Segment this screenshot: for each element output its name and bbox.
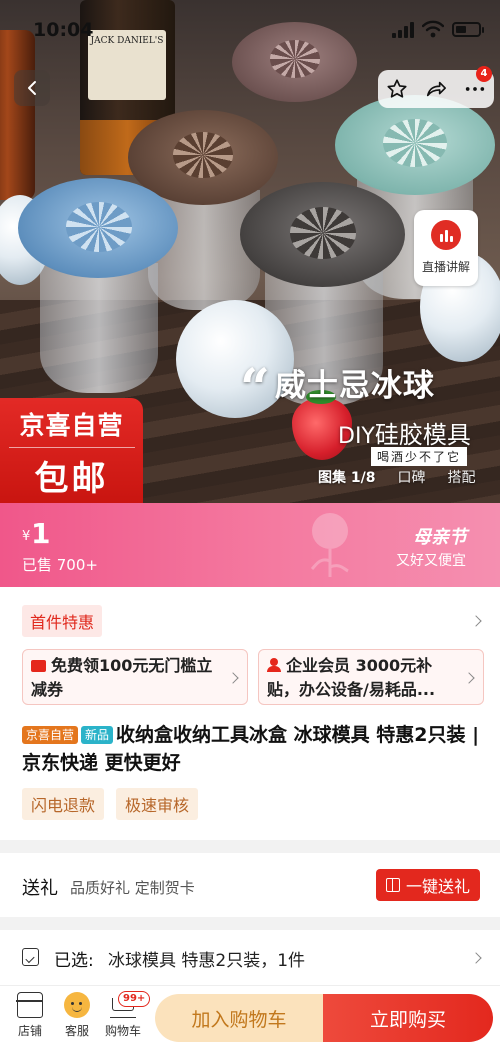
top-action-group: 4 — [378, 66, 494, 108]
tab-reviews[interactable]: 口碑 — [397, 467, 425, 487]
status-time: 10:04 — [33, 19, 94, 41]
battery-icon — [452, 22, 484, 37]
gift-subtitle: 品质好礼 定制贺卡 — [70, 879, 195, 897]
tab-bundles[interactable]: 搭配 — [447, 467, 475, 487]
service-tag: 极速审核 — [116, 788, 199, 820]
gallery-tabs: 图集 1/8 口碑 搭配 — [318, 467, 475, 487]
festival-subtitle: 又好又便宜 — [396, 553, 466, 569]
customer-service-button[interactable]: 客服 — [55, 992, 99, 1039]
coupon-text: 企业会员 3000元补贴，办公设备/易耗品... — [267, 656, 436, 699]
hero-headline: “威士忌冰球 — [240, 358, 435, 419]
cart-count-badge: 99+ — [118, 991, 151, 1007]
promo-line2: 包邮 — [34, 459, 109, 499]
price-value: 1 — [31, 517, 51, 550]
chevron-left-icon — [28, 81, 36, 95]
jx-tag: 京喜自营 — [22, 726, 79, 744]
coupon-card-enterprise[interactable]: 企业会员 3000元补贴，办公设备/易耗品... — [258, 649, 484, 705]
cart-label: 购物车 — [104, 1024, 141, 1038]
service-tag: 闪电退款 — [22, 788, 105, 820]
add-to-cart-button[interactable]: 加入购物车 — [155, 994, 323, 1042]
festival-title: 母亲节 — [413, 527, 467, 548]
service-tags: 闪电退款 极速审核 — [22, 788, 199, 820]
price-banner: ¥ 1 已售 700+ 母亲节 又好又便宜 — [0, 503, 500, 587]
enterprise-member-icon — [267, 658, 281, 672]
chevron-right-icon — [470, 952, 482, 964]
product-title: 京喜自营 新品 收纳盒收纳工具冰盒 冰球模具 特惠2只装 | 京东快递 更快更好 — [22, 721, 484, 777]
selected-label: 已选: — [54, 951, 94, 971]
coupon-text: 免费领100元无门槛立减券 — [31, 656, 213, 699]
customer-service-label: 客服 — [64, 1024, 89, 1038]
chevron-right-icon[interactable] — [470, 615, 482, 627]
product-info-card: 首件特惠 免费领100元无门槛立减券 企业会员 3000元补贴，办公设备/易耗品… — [0, 587, 500, 840]
hero-subhead: DIY硅胶模具 — [338, 421, 471, 449]
rose-icon — [310, 513, 349, 577]
wifi-icon — [422, 20, 444, 38]
promo-line1: 京喜自营 — [19, 411, 124, 440]
selected-value: 冰球模具 特惠2只装，1件 — [108, 951, 306, 971]
currency-symbol: ¥ — [22, 529, 31, 544]
jx-self-operated-badge: 京喜自营 包邮 — [0, 398, 143, 503]
gift-row[interactable]: 送礼 品质好礼 定制贺卡 一键送礼 — [0, 853, 500, 917]
store-label: 店铺 — [17, 1024, 42, 1038]
live-explain-label: 直播讲解 — [421, 260, 470, 274]
customer-service-icon — [64, 992, 90, 1018]
store-button[interactable]: 店铺 — [8, 992, 52, 1039]
selected-checkbox-icon — [22, 948, 39, 966]
store-icon — [16, 992, 43, 1018]
gift-label: 送礼 — [22, 878, 58, 899]
chevron-right-icon — [463, 672, 475, 684]
cellular-signal-icon — [392, 22, 416, 38]
notification-badge: 4 — [476, 66, 492, 82]
share-icon[interactable] — [425, 78, 447, 100]
chevron-right-icon — [227, 672, 239, 684]
live-explain-button[interactable]: 直播讲解 — [414, 210, 478, 286]
coupon-icon — [31, 660, 46, 672]
first-item-deal-badge[interactable]: 首件特惠 — [22, 605, 103, 637]
ice-mold-blue — [18, 178, 178, 393]
one-click-gift-button[interactable]: 一键送礼 — [376, 869, 480, 901]
back-button[interactable] — [14, 70, 50, 106]
buy-now-button[interactable]: 立即购买 — [323, 994, 493, 1042]
sold-count: 已售 700+ — [22, 556, 98, 574]
live-bars-icon — [431, 220, 461, 250]
status-bar: 10:04 — [0, 0, 500, 58]
gift-button-label: 一键送礼 — [405, 877, 470, 896]
coupon-card-free-100[interactable]: 免费领100元无门槛立减券 — [22, 649, 248, 705]
selected-spec-row[interactable]: 已选: 冰球模具 特惠2只装，1件 — [0, 930, 500, 985]
favorite-star-icon[interactable] — [386, 78, 408, 100]
gift-box-icon — [385, 878, 400, 892]
hero-tagline: 喝酒少不了它 — [371, 447, 468, 466]
bottom-action-bar: 店铺 客服 购物车 99+ 加入购物车 立即购买 — [0, 985, 500, 1047]
tab-gallery[interactable]: 图集 1/8 — [318, 467, 375, 487]
new-tag: 新品 — [81, 726, 114, 744]
